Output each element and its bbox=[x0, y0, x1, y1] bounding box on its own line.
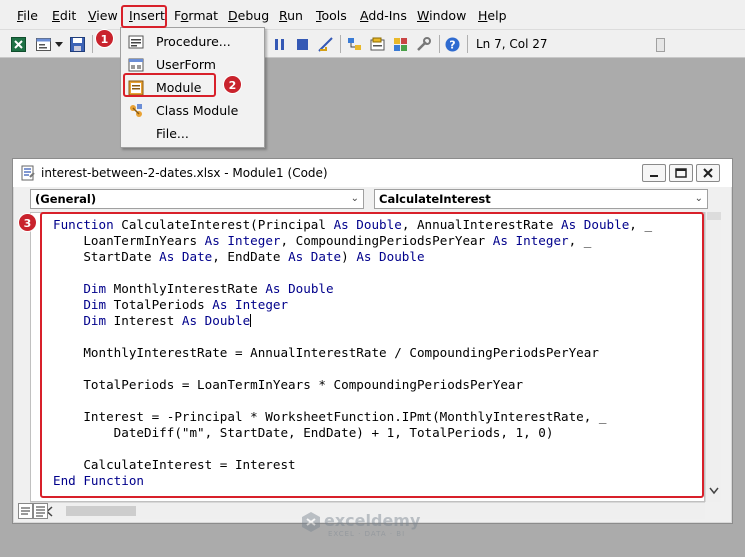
watermark-tagline: EXCEL · DATA · BI bbox=[328, 530, 406, 538]
menu-help[interactable]: Help bbox=[478, 8, 507, 24]
object-browser-icon[interactable] bbox=[393, 37, 408, 52]
excel-icon[interactable] bbox=[11, 37, 26, 52]
menu-item-file[interactable]: File... bbox=[121, 122, 264, 145]
class-module-icon bbox=[128, 103, 144, 119]
cursor-position-status: Ln 7, Col 27 bbox=[476, 37, 548, 51]
vertical-scrollbar[interactable] bbox=[705, 212, 721, 502]
menu-label: Run bbox=[279, 8, 303, 23]
properties-window-icon[interactable] bbox=[370, 37, 385, 52]
menu-run[interactable]: Run bbox=[279, 8, 303, 24]
menu-label: Window bbox=[417, 8, 467, 23]
menu-add-ins[interactable]: Add-Ins bbox=[360, 8, 407, 24]
save-icon[interactable] bbox=[70, 37, 85, 52]
menu-view[interactable]: View bbox=[88, 8, 118, 24]
help-icon[interactable]: ? bbox=[445, 37, 460, 52]
insert-userform-icon[interactable] bbox=[36, 37, 51, 52]
toolbar-separator bbox=[439, 35, 440, 53]
procedure-icon bbox=[128, 34, 144, 50]
horizontal-scroll-thumb[interactable] bbox=[66, 506, 136, 516]
menu-debug[interactable]: Debug bbox=[228, 8, 269, 24]
menu-item-class-module[interactable]: Class Module bbox=[121, 99, 264, 122]
stop-icon[interactable] bbox=[295, 37, 310, 52]
menu-label: Edit bbox=[52, 8, 77, 23]
scroll-arrows-icon bbox=[707, 212, 721, 495]
code-window-titlebar: interest-between-2-dates.xlsx - Module1 … bbox=[13, 159, 732, 187]
menu-label: Help bbox=[478, 8, 507, 23]
menu-edit[interactable]: Edit bbox=[52, 8, 76, 24]
menu-item-label: UserForm bbox=[156, 57, 216, 72]
toolbar-separator bbox=[467, 35, 468, 53]
userform-icon bbox=[128, 57, 144, 73]
procedure-combo-value: CalculateInterest bbox=[379, 192, 491, 206]
menu-label: View bbox=[88, 8, 118, 23]
code-area-highlight bbox=[40, 212, 704, 498]
menu-label: Format bbox=[174, 8, 219, 23]
code-window-title: interest-between-2-dates.xlsx - Module1 … bbox=[41, 166, 328, 180]
toolbar-separator bbox=[340, 35, 341, 53]
toolbar-options-button[interactable] bbox=[656, 38, 665, 52]
exceldemy-logo-icon bbox=[302, 512, 320, 532]
step-badge-3: 3 bbox=[18, 213, 37, 232]
minimize-button[interactable] bbox=[642, 164, 666, 182]
menu-label: Debug bbox=[228, 8, 270, 23]
step-badge-2: 2 bbox=[223, 75, 242, 94]
step-badge-1: 1 bbox=[95, 29, 114, 48]
menu-item-label: Procedure... bbox=[156, 34, 231, 49]
menu-label: File bbox=[17, 8, 38, 23]
full-module-view-icon[interactable] bbox=[33, 503, 48, 519]
module-item-highlight bbox=[123, 73, 216, 97]
menu-label: Add-Ins bbox=[360, 8, 407, 23]
menu-item-label: File... bbox=[156, 126, 189, 141]
design-mode-icon[interactable] bbox=[318, 37, 333, 52]
chevron-down-icon: ⌄ bbox=[350, 193, 359, 204]
chevron-down-icon: ⌄ bbox=[694, 193, 703, 204]
procedure-combo[interactable]: CalculateInterest ⌄ bbox=[374, 189, 708, 209]
view-toggle-buttons bbox=[18, 503, 48, 519]
project-explorer-icon[interactable] bbox=[347, 37, 362, 52]
restore-button[interactable] bbox=[669, 164, 693, 182]
watermark-name: exceldemy bbox=[324, 511, 421, 530]
svg-text:?: ? bbox=[449, 39, 455, 52]
menu-bar: File Edit View Insert Format Debug Run T… bbox=[0, 0, 745, 30]
toolbox-icon[interactable] bbox=[416, 37, 431, 52]
close-button[interactable] bbox=[696, 164, 720, 182]
menu-window[interactable]: Window bbox=[417, 8, 466, 24]
toolbar-separator bbox=[92, 35, 93, 53]
menu-item-procedure[interactable]: Procedure... bbox=[121, 30, 264, 53]
menu-label: Tools bbox=[316, 8, 347, 23]
object-combo[interactable]: (General) ⌄ bbox=[30, 189, 364, 209]
menu-item-label: Class Module bbox=[156, 103, 239, 118]
chevron-down-icon[interactable] bbox=[55, 42, 63, 48]
procedure-view-icon[interactable] bbox=[18, 503, 33, 519]
menu-file[interactable]: File bbox=[17, 8, 38, 24]
pause-icon[interactable] bbox=[272, 37, 287, 52]
menu-format[interactable]: Format bbox=[174, 8, 218, 24]
object-combo-value: (General) bbox=[35, 192, 97, 206]
menu-tools[interactable]: Tools bbox=[316, 8, 347, 24]
code-module-icon bbox=[20, 165, 36, 181]
insert-menu-highlight bbox=[121, 5, 167, 28]
